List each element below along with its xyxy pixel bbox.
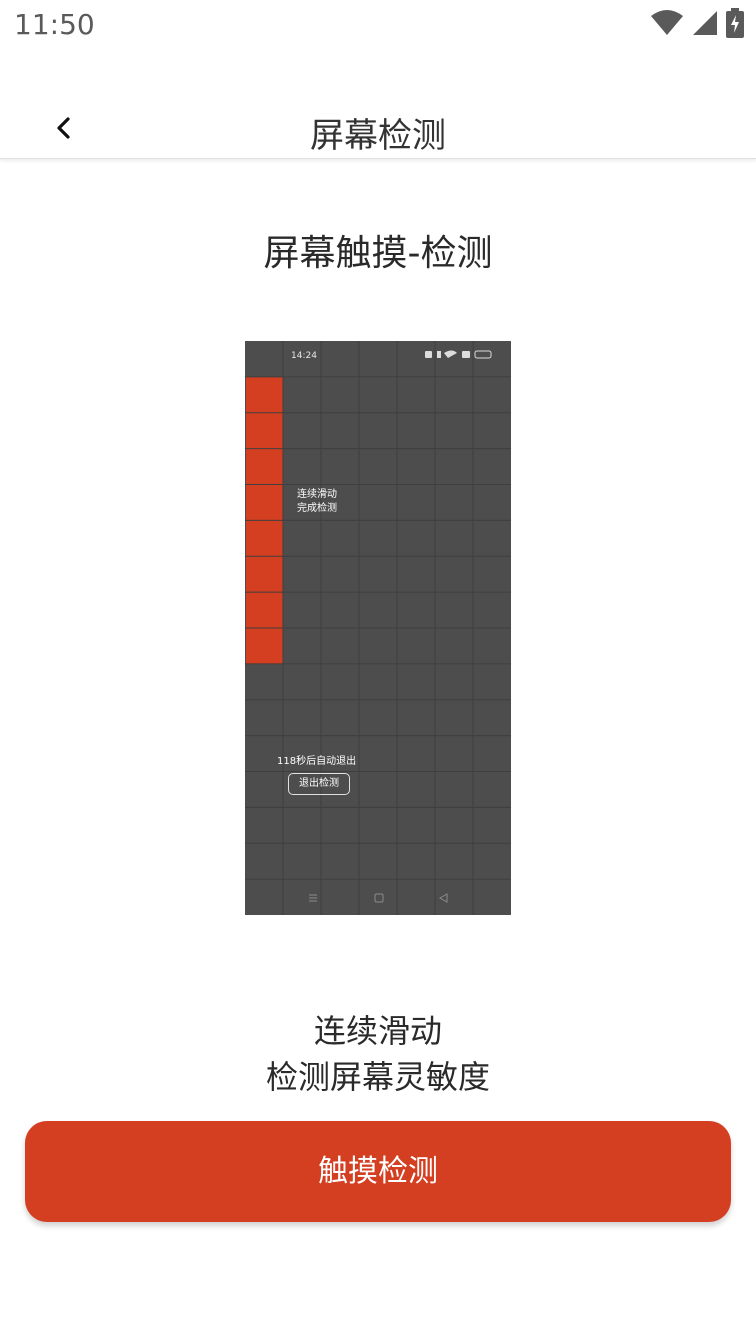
test-description: 连续滑动 检测屏幕灵敏度 [0, 1008, 756, 1100]
description-line: 检测屏幕灵敏度 [265, 1058, 490, 1096]
demo-instruction-line: 连续滑动 [297, 489, 337, 500]
demo-instruction-line: 完成检测 [297, 503, 337, 514]
app-header: 屏幕检测 [0, 100, 756, 159]
demo-filled-cell [246, 484, 283, 521]
start-touch-test-button[interactable]: 触摸检测 [25, 1121, 731, 1222]
demo-status-time: 14:24 [291, 351, 317, 361]
status-icons [650, 8, 744, 42]
demo-filled-cell [246, 592, 283, 628]
demo-nav-icons [309, 893, 448, 903]
demo-filled-cell [246, 520, 283, 557]
demo-filled-cell [246, 412, 283, 449]
demo-grid [245, 341, 511, 915]
demo-instruction: 连续滑动 完成检测 [297, 488, 337, 516]
section-heading: 屏幕触摸-检测 [263, 233, 493, 274]
demo-filled-cell [246, 628, 283, 664]
description-line: 连续滑动 [313, 1012, 442, 1050]
demo-filled-cell [246, 556, 283, 593]
page-title: 屏幕检测 [310, 116, 446, 156]
touch-test-demo-image: 14:24 连续滑动 完成检测 118秒后自动退出 退出检测 [245, 341, 511, 915]
status-time: 11:50 [14, 8, 95, 41]
cellular-signal-icon [692, 10, 718, 40]
status-bar: 11:50 [0, 0, 756, 52]
demo-countdown: 118秒后自动退出 [277, 756, 357, 767]
wifi-icon [650, 10, 684, 40]
demo-exit-button: 退出检测 [288, 773, 350, 795]
battery-charging-icon [726, 8, 744, 42]
demo-filled-cell [246, 376, 283, 413]
demo-filled-cell [246, 448, 283, 485]
